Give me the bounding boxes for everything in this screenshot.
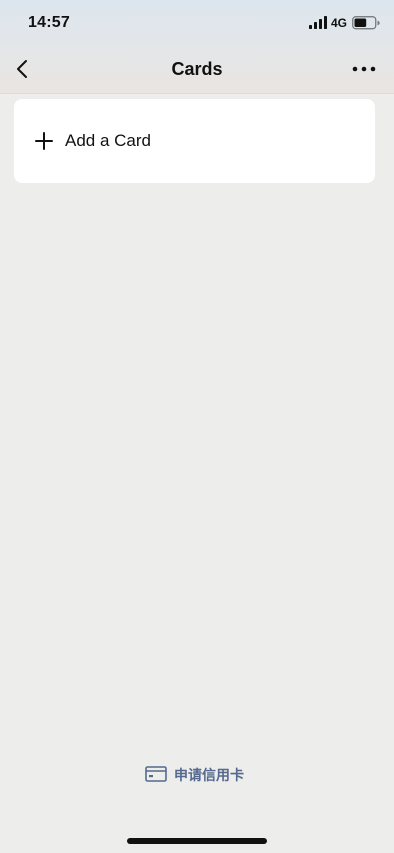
battery-icon — [352, 16, 380, 30]
credit-card-icon — [145, 766, 167, 782]
home-indicator — [127, 838, 267, 844]
cards-panel: Add a Card — [14, 99, 375, 183]
add-card-label: Add a Card — [65, 131, 151, 150]
more-horizontal-icon[interactable] — [350, 60, 378, 78]
signal-icon — [309, 16, 327, 29]
page-title: Cards — [171, 59, 223, 79]
add-card-button[interactable]: Add a Card — [14, 99, 375, 183]
apply-credit-card-label: 申请信用卡 — [174, 768, 244, 784]
status-bar: 14:57 4G — [0, 0, 394, 46]
header-area: 14:57 4G Cards — [0, 0, 394, 94]
network-type: 4G — [331, 16, 348, 30]
navigation-bar: Cards — [0, 46, 394, 92]
plus-icon — [35, 132, 53, 150]
chevron-left-icon[interactable] — [12, 57, 34, 81]
status-time: 14:57 — [28, 14, 70, 31]
